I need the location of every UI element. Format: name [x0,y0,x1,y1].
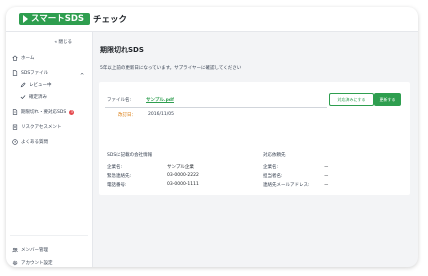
page-description: 5年以上前の更新日になっています。サプライヤーに確認してください [100,66,242,71]
document-warning-icon [12,109,18,115]
company-info-card: SDSに記載の会社情報 企業名: サンプル企業 緊急連絡先: 03-0000-2… [99,144,410,195]
sidebar-item-label: ホーム [21,56,35,61]
logo-suffix: チェック [93,15,128,25]
app-window: スマートSDS チェック « 閉じる ホーム SDSファイル ^ レビュー中 確… [6,7,418,267]
sidebar-item-home[interactable]: ホーム [12,55,34,61]
sidebar-item-label: SDSファイル [21,71,49,76]
sidebar-item-label: メンバー管理 [21,248,48,253]
sidebar-item-label: 期限切れ・要対応SDS [21,110,67,115]
sidebar-item-account-settings[interactable]: アカウント設定 [12,260,53,266]
sidebar-item-risk-assessment[interactable]: リスクアセスメント [12,124,61,130]
sidebar-item-confirmed[interactable]: 確定済み [20,94,47,100]
sidebar-item-expired[interactable]: 期限切れ・要対応SDS 3 [12,109,75,115]
sidebar-item-label: アカウント設定 [21,261,53,266]
mark-resolved-button[interactable]: 対応済みにする [329,93,374,106]
file-icon [12,70,18,76]
emergency-contact-label: 緊急連絡先: [107,174,132,179]
help-icon [12,139,18,145]
collapse-label: « 閉じる [54,40,72,45]
sidebar-item-label: よくある質問 [21,140,48,145]
contact-company-value: ー [324,165,329,170]
sidebar-item-sds-files[interactable]: SDSファイル [12,70,48,76]
check-icon [20,95,26,100]
sidebar: « 閉じる ホーム SDSファイル ^ レビュー中 確定済み 期限切れ・要対応S… [6,32,93,267]
sidebar-item-label: 確定済み [29,95,47,100]
contact-person-label: 担当者名: [263,174,283,179]
users-icon [12,247,18,253]
sidebar-item-label: リスクアセスメント [21,125,62,130]
page-title: 期限切れSDS [100,46,144,54]
revision-date-value: 2016/11/05 [148,112,174,117]
file-name-label: ファイル名: [107,98,132,103]
update-button[interactable]: 更新する [374,93,401,106]
sidebar-divider [10,235,88,236]
main-content: 期限切れSDS 5年以上前の更新日になっています。サプライヤーに確認してください… [93,32,418,267]
emergency-contact-value: 03-0000-2222 [167,173,199,178]
chevron-up-icon[interactable]: ^ [80,73,84,79]
logo[interactable]: スマートSDS [19,13,91,25]
phone-value: 03-0000-1111 [167,182,199,187]
sds-company-heading: SDSに記載の会社情報 [107,153,153,158]
revision-date-label: 改訂日： [118,113,136,118]
gear-icon [12,260,18,266]
clipboard-icon [12,124,18,130]
file-name-link[interactable]: サンプル.pdf [146,97,174,103]
company-name-value: サンプル企業 [167,165,194,170]
divider [105,107,327,108]
logo-arrow-icon [23,15,28,23]
collapse-sidebar-button[interactable]: « 閉じる [54,39,72,45]
count-badge: 3 [69,109,75,115]
app-header: スマートSDS チェック [6,7,418,32]
contact-email-value: ー [324,183,329,188]
sidebar-item-members[interactable]: メンバー管理 [12,247,48,253]
company-name-label: 企業名: [107,165,123,170]
home-icon [12,55,18,61]
logo-text: スマートSDS [31,14,85,24]
contact-company-label: 企業名: [263,165,279,170]
sidebar-item-faq[interactable]: よくある質問 [12,139,48,145]
sidebar-item-label: レビュー中 [29,83,52,88]
sidebar-item-review[interactable]: レビュー中 [20,82,52,88]
pencil-icon [20,82,26,88]
request-contact-heading: 対応依頼先 [263,153,286,158]
phone-label: 電話番号: [107,183,127,188]
contact-person-value: ー [324,174,329,179]
contact-email-label: 連絡先メールアドレス: [263,183,310,188]
